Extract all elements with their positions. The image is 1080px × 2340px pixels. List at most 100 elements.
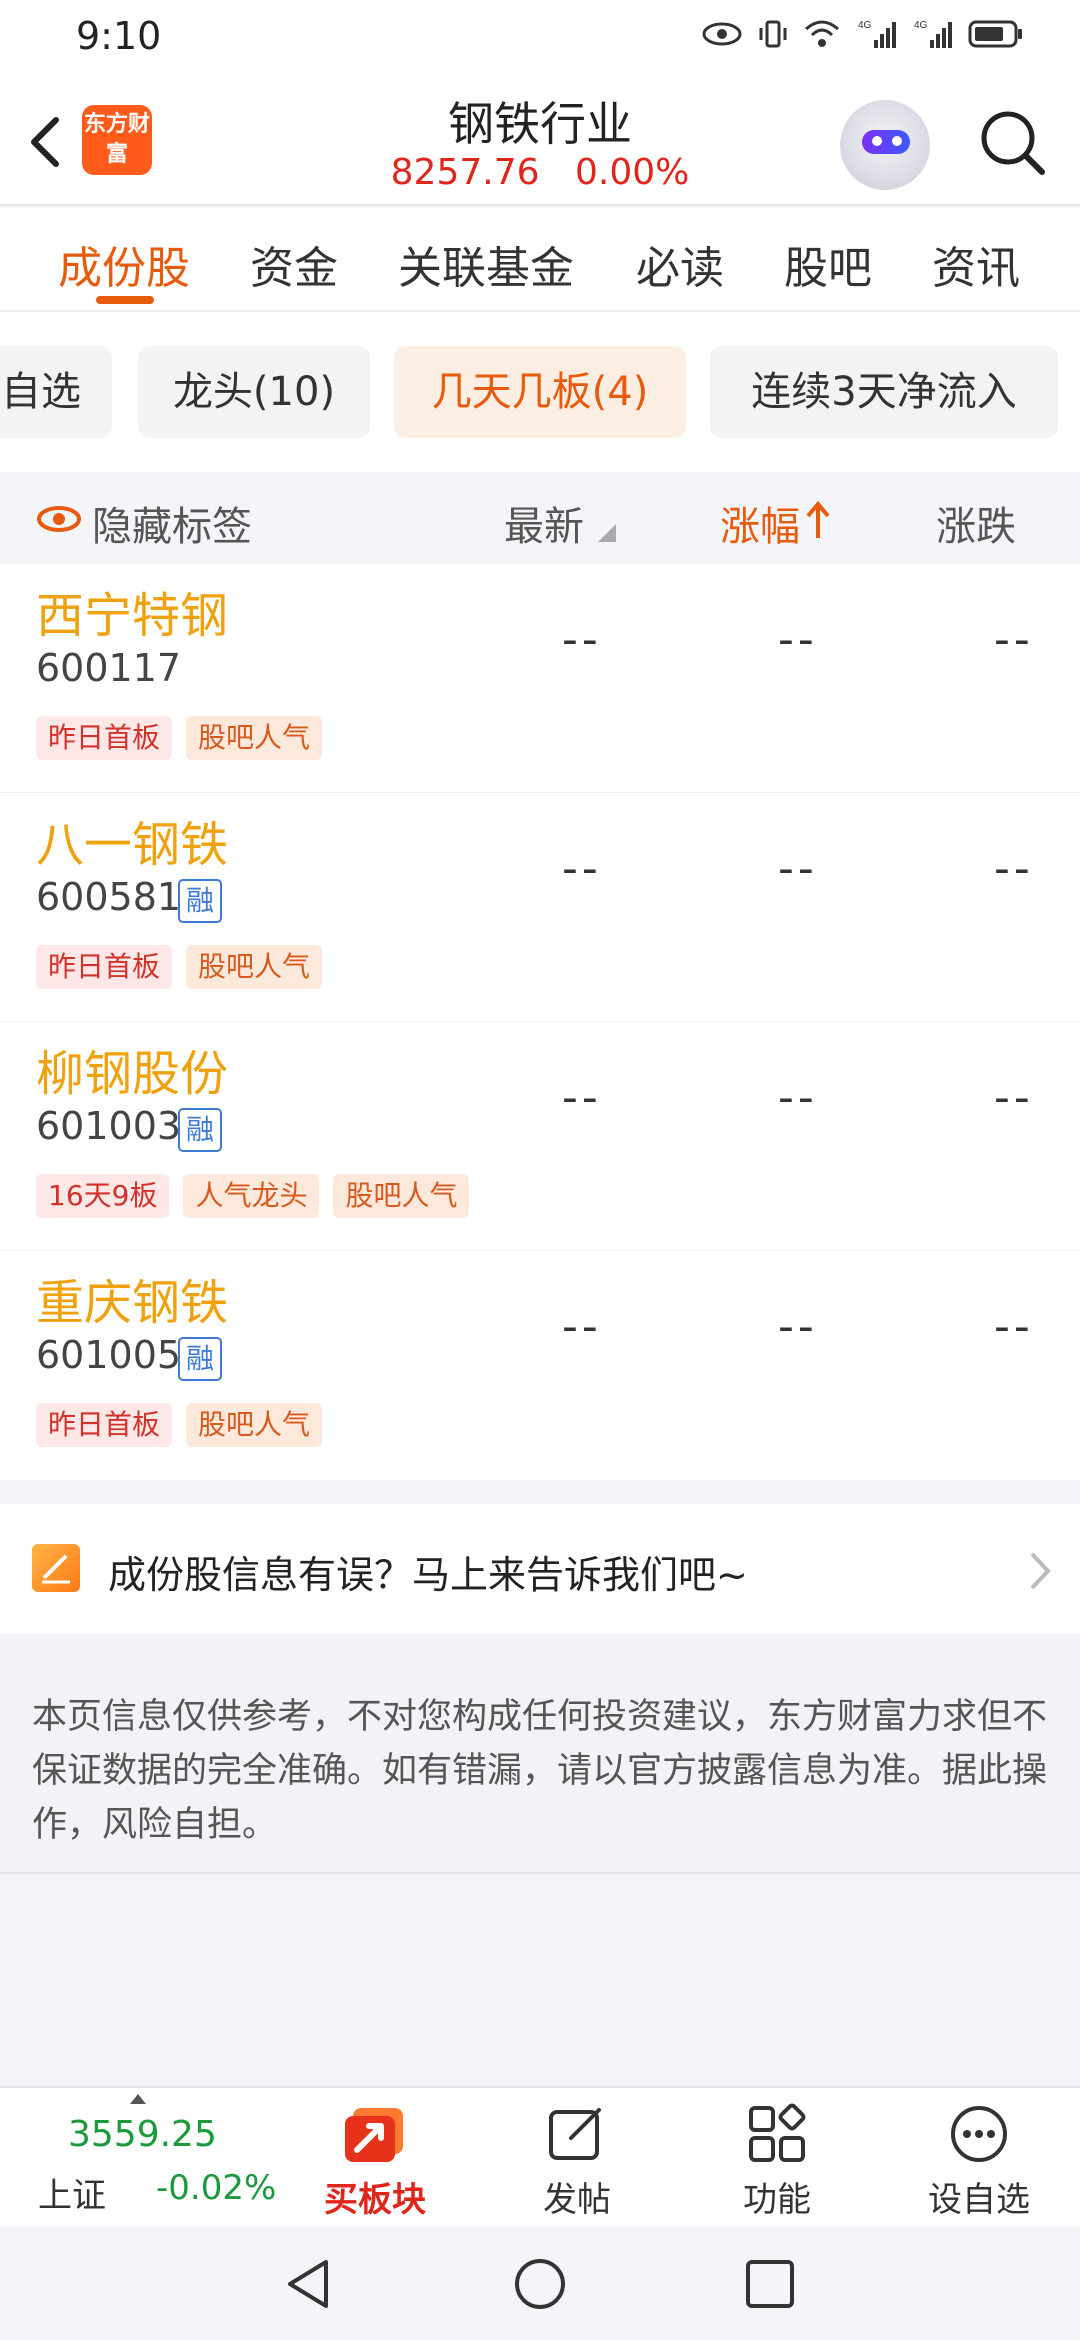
stock-code: 601003	[36, 1104, 182, 1148]
buy-sector-button[interactable]: 买板块	[300, 2102, 450, 2222]
feedback-banner[interactable]: 成份股信息有误？马上来告诉我们吧~	[0, 1504, 1080, 1634]
eye-icon	[702, 22, 742, 46]
col-latest-price[interactable]: 最新	[504, 494, 584, 552]
change-pct: --	[778, 1072, 818, 1123]
more-icon	[951, 2106, 1007, 2162]
disclaimer: 本页信息仅供参考，不对您构成任何投资建议，东方财富力求但不保证数据的完全准确。如…	[0, 1634, 1080, 1874]
tag-badge: 股吧人气	[186, 945, 323, 989]
tab-must-read[interactable]: 必读	[636, 232, 724, 296]
chip-3day-net-inflow[interactable]: 连续3天净流入	[710, 346, 1058, 438]
col-change-pct[interactable]: 涨幅	[720, 494, 800, 552]
tag-badge: 16天9板	[36, 1174, 170, 1218]
functions-label: 功能	[743, 2180, 811, 2220]
latest-price: --	[562, 1072, 602, 1123]
table-row[interactable]: 八一钢铁 600581 融 昨日首板 股吧人气 -- -- --	[0, 793, 1080, 1022]
tag-badge: 昨日首板	[36, 1403, 173, 1447]
tag-badge: 人气龙头	[183, 1174, 320, 1218]
chip-leaders[interactable]: 龙头(10)	[138, 346, 370, 438]
sort-triangle-icon	[598, 524, 616, 542]
stock-code: 601005	[36, 1333, 182, 1377]
stock-name: 西宁特钢	[36, 588, 229, 644]
caret-up-icon[interactable]	[128, 2092, 148, 2106]
feedback-edit-icon	[32, 1544, 80, 1592]
stock-name: 柳钢股份	[36, 1046, 229, 1102]
latest-price: --	[562, 614, 602, 665]
header: 东方财富 钢铁行业 8257.76 0.00%	[0, 70, 1080, 206]
add-watchlist-label: 设自选	[928, 2180, 1030, 2220]
margin-trading-badge: 融	[178, 1337, 222, 1381]
chip-watchlist[interactable]: 自选	[0, 346, 112, 438]
functions-button[interactable]: 功能	[702, 2102, 852, 2222]
buy-sector-icon	[345, 2108, 403, 2162]
tab-related-funds[interactable]: 关联基金	[398, 232, 574, 296]
change-value: --	[994, 614, 1034, 665]
tag-badge: 股吧人气	[186, 1403, 323, 1447]
bottom-bar: 3559.25 上证 -0.02% 买板块 发帖 功能 设自选	[0, 2086, 1080, 2226]
index-value: 3559.25	[68, 2114, 217, 2155]
sector-index-change: 0.00%	[574, 152, 690, 193]
chip-consecutive-limit-up[interactable]: 几天几板(4)	[394, 346, 686, 438]
change-pct: --	[778, 1301, 818, 1352]
margin-trading-badge: 融	[178, 1108, 222, 1152]
nav-back-icon[interactable]	[282, 2256, 338, 2312]
tag-badge: 昨日首板	[36, 945, 173, 989]
tab-news[interactable]: 资讯	[932, 232, 1020, 296]
search-button[interactable]	[972, 102, 1052, 182]
stock-list: 西宁特钢 600117 昨日首板 股吧人气 -- -- -- 八一钢铁 6005…	[0, 564, 1080, 1480]
post-label: 发帖	[543, 2180, 611, 2220]
change-value: --	[994, 1072, 1034, 1123]
stock-name: 重庆钢铁	[36, 1275, 229, 1331]
index-name: 上证	[38, 2176, 106, 2216]
table-header: 隐藏标签 最新 涨幅 涨跌	[0, 472, 1080, 564]
table-row[interactable]: 重庆钢铁 601005 融 昨日首板 股吧人气 -- -- --	[0, 1251, 1080, 1480]
section-tabs: 成份股 资金 关联基金 必读 股吧 资讯	[0, 208, 1080, 312]
change-pct: --	[778, 614, 818, 665]
stock-tags: 昨日首板 股吧人气	[36, 945, 323, 989]
nav-recents-icon[interactable]	[742, 2256, 798, 2312]
hide-tags-label: 隐藏标签	[92, 504, 252, 550]
latest-price: --	[562, 843, 602, 894]
table-row[interactable]: 西宁特钢 600117 昨日首板 股吧人气 -- -- --	[0, 564, 1080, 793]
search-icon	[981, 111, 1045, 175]
change-value: --	[994, 1301, 1034, 1352]
eye-icon	[37, 506, 81, 532]
tag-badge: 股吧人气	[186, 716, 323, 760]
battery-icon	[968, 20, 1022, 48]
robot-assistant-avatar[interactable]	[840, 100, 930, 190]
status-bar: 9:10 4G 4G	[0, 0, 1080, 70]
signal-4g-icon: 4G	[914, 20, 952, 48]
tab-forum[interactable]: 股吧	[784, 232, 872, 296]
tag-badge: 昨日首板	[36, 716, 173, 760]
status-icons: 4G 4G	[702, 18, 1024, 50]
stock-tags: 昨日首板 股吧人气	[36, 1403, 323, 1447]
vibrate-icon	[759, 20, 787, 48]
active-tab-indicator	[96, 296, 154, 304]
stock-code: 600117	[36, 646, 182, 690]
add-watchlist-button[interactable]: 设自选	[904, 2102, 1054, 2222]
wifi-icon	[805, 20, 839, 47]
svg-text:4G: 4G	[914, 20, 928, 31]
feedback-text: 成份股信息有误？马上来告诉我们吧~	[108, 1553, 748, 1597]
sector-index-value: 8257.76	[390, 152, 540, 193]
system-navigation-bar	[0, 2226, 1080, 2340]
nav-home-icon[interactable]	[512, 2256, 568, 2312]
sort-up-arrow-icon	[806, 500, 830, 538]
filter-chips: 自选 龙头(10) 几天几板(4) 连续3天净流入	[0, 312, 1080, 472]
grid-icon	[749, 2103, 806, 2162]
change-pct: --	[778, 843, 818, 894]
change-value: --	[994, 843, 1034, 894]
tab-constituents[interactable]: 成份股	[58, 232, 190, 296]
chevron-right-icon	[1030, 1552, 1051, 1590]
post-button[interactable]: 发帖	[502, 2102, 652, 2222]
stock-tags: 昨日首板 股吧人气	[36, 716, 323, 760]
signal-4g-icon: 4G	[858, 20, 896, 48]
col-change[interactable]: 涨跌	[936, 494, 1016, 552]
stock-code: 600581	[36, 875, 182, 919]
disclaimer-text: 本页信息仅供参考，不对您构成任何投资建议，东方财富力求但不保证数据的完全准确。如…	[32, 1697, 1048, 1845]
table-row[interactable]: 柳钢股份 601003 融 16天9板 人气龙头 股吧人气 -- -- --	[0, 1022, 1080, 1251]
latest-price: --	[562, 1301, 602, 1352]
tab-funds-flow[interactable]: 资金	[250, 232, 338, 296]
tag-badge: 股吧人气	[333, 1174, 470, 1218]
status-time: 9:10	[76, 14, 162, 58]
svg-text:4G: 4G	[858, 20, 872, 31]
